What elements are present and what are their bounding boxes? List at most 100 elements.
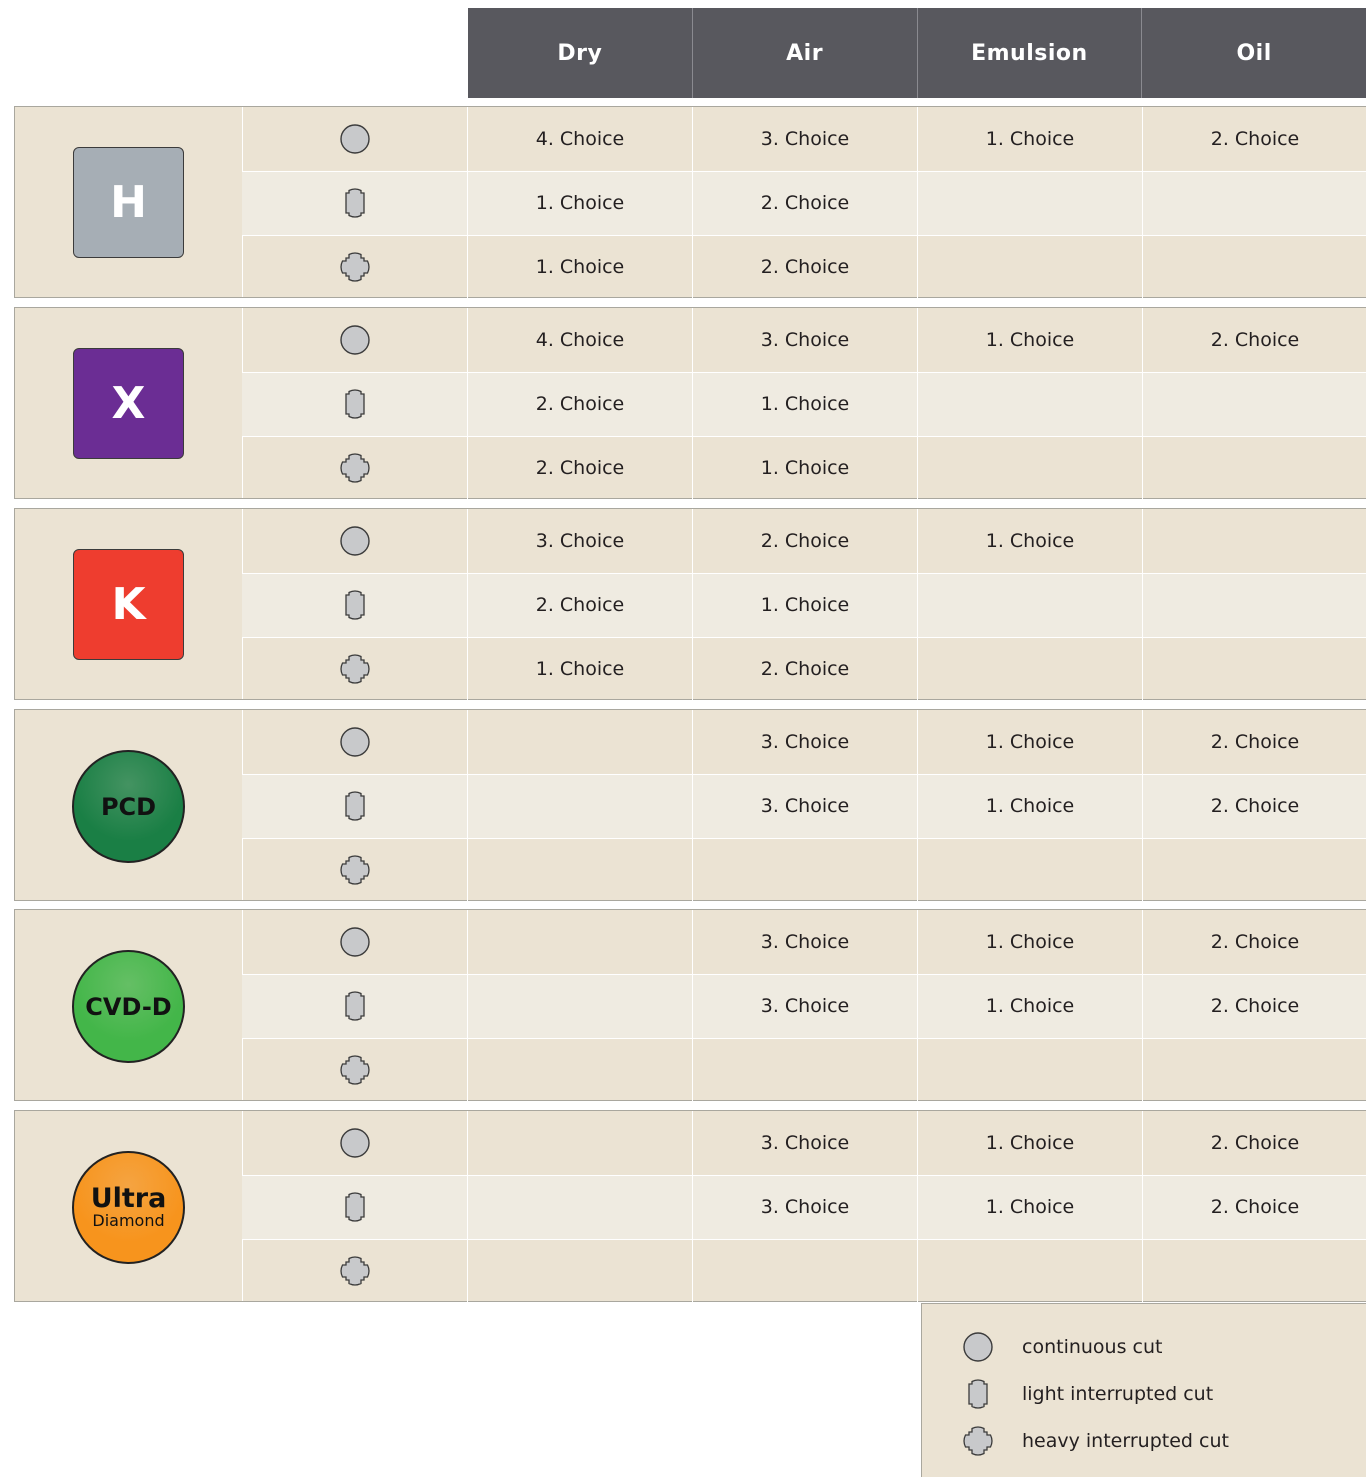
choice-cell-emulsion: 1. Choice	[918, 1175, 1143, 1239]
table-row-heavy: 1. Choice 2. Choice	[242, 235, 1366, 299]
legend-label-continuous: continuous cut	[1022, 1336, 1163, 1358]
legend-row-light: light interrupted cut	[962, 1379, 1213, 1409]
choice-cell-dry	[468, 774, 693, 838]
choice-cell-oil: 2. Choice	[1210, 1132, 1300, 1154]
grade-sublabel: Diamond	[92, 1211, 165, 1230]
table-row-light: 3. Choice 1. Choice 2. Choice	[242, 774, 1366, 838]
light-interrupted-cut-icon	[242, 774, 468, 838]
choice-cell-emulsion: 1. Choice	[918, 509, 1143, 573]
grade-group-x: X 4. Choice 3. Choice 1. Choice 2. Choice 2. …	[14, 307, 1366, 500]
choice-cell-air: 3. Choice	[693, 910, 918, 974]
choice-cell-dry	[468, 1111, 693, 1175]
grade-group-h: H 4. Choice 3. Choice 1. Choice 2. Choice 1. …	[14, 106, 1366, 299]
row-divider	[242, 171, 1366, 172]
choice-cell-emulsion: 1. Choice	[918, 107, 1143, 171]
choice-cell-dry: 2. Choice	[468, 372, 693, 436]
choice-cell-air	[693, 1038, 918, 1102]
choice-cell-air: 2. Choice	[693, 509, 918, 573]
heavy-interrupted-cut-icon	[242, 235, 468, 299]
choice-cell-dry	[468, 910, 693, 974]
row-divider	[242, 372, 1366, 373]
continuous-cut-icon	[242, 1111, 468, 1175]
choice-cell-dry: 2. Choice	[468, 573, 693, 637]
grade-cell: PCD	[15, 710, 243, 900]
table-row-light: 3. Choice 1. Choice 2. Choice	[242, 974, 1366, 1038]
row-divider	[242, 573, 1366, 574]
choice-cell-emulsion	[918, 372, 1143, 436]
continuous-cut-icon	[242, 910, 468, 974]
choice-cell-air: 1. Choice	[693, 573, 918, 637]
choice-cell-air: 3. Choice	[693, 710, 918, 774]
grade-badge: K	[73, 549, 184, 660]
choice-cell-air: 3. Choice	[693, 308, 918, 372]
grade-label: K	[111, 579, 146, 630]
choice-cell-oil	[1143, 637, 1366, 701]
choice-cell-oil	[1143, 509, 1366, 573]
choice-cell-dry: 4. Choice	[468, 107, 693, 171]
choice-cell-dry	[468, 1239, 693, 1303]
choice-cell-dry	[468, 1175, 693, 1239]
table-row-light: 2. Choice 1. Choice	[242, 372, 1366, 436]
column-header-bar: Dry Air Emulsion Oil	[468, 8, 1366, 98]
heavy-interrupted-cut-icon	[242, 1038, 468, 1102]
header-air: Air	[691, 8, 917, 98]
light-interrupted-cut-icon	[242, 974, 468, 1038]
choice-cell-oil: 2. Choice	[1210, 1196, 1300, 1218]
choice-cell-air: 2. Choice	[693, 235, 918, 299]
row-divider	[242, 1038, 1366, 1039]
continuous-cut-icon	[962, 1331, 994, 1363]
choice-cell-emulsion	[918, 436, 1143, 500]
heavy-interrupted-cut-icon	[242, 637, 468, 701]
continuous-cut-icon	[242, 107, 468, 171]
choice-cell-oil	[1143, 372, 1366, 436]
header-dry: Dry	[557, 40, 603, 66]
continuous-cut-icon	[242, 710, 468, 774]
choice-cell-emulsion: 1. Choice	[918, 1111, 1143, 1175]
row-divider	[242, 637, 1366, 638]
row-divider	[242, 235, 1366, 236]
continuous-cut-icon	[242, 308, 468, 372]
grade-cell: K	[15, 509, 243, 699]
legend-label-light: light interrupted cut	[1022, 1383, 1214, 1405]
table-row-heavy	[242, 1239, 1366, 1303]
legend-row-continuous: continuous cut	[962, 1332, 1162, 1362]
choice-cell-emulsion: 1. Choice	[918, 308, 1143, 372]
choice-cell-air: 3. Choice	[693, 1175, 918, 1239]
light-interrupted-cut-icon	[242, 573, 468, 637]
grade-cell: H	[15, 107, 243, 297]
choice-cell-dry: 2. Choice	[468, 436, 693, 500]
light-interrupted-cut-icon	[242, 1175, 468, 1239]
choice-cell-air: 3. Choice	[693, 774, 918, 838]
choice-cell-dry: 1. Choice	[468, 637, 693, 701]
choice-cell-oil	[1143, 436, 1366, 500]
heavy-interrupted-cut-icon	[242, 838, 468, 902]
choice-cell-oil	[1143, 235, 1366, 299]
choice-cell-dry: 1. Choice	[468, 171, 693, 235]
grade-badge: Ultra Diamond	[72, 1151, 185, 1264]
choice-cell-air: 2. Choice	[693, 171, 918, 235]
table-row-heavy	[242, 1038, 1366, 1102]
choice-cell-oil	[1143, 573, 1366, 637]
choice-cell-emulsion	[918, 838, 1143, 902]
choice-cell-dry: 3. Choice	[468, 509, 693, 573]
heavy-interrupted-cut-icon	[242, 1239, 468, 1303]
table-row-continuous: 3. Choice 1. Choice 2. Choice	[242, 1111, 1366, 1175]
choice-cell-air: 1. Choice	[693, 436, 918, 500]
grade-label: X	[111, 378, 146, 429]
row-divider	[242, 838, 1366, 839]
choice-cell-air: 3. Choice	[693, 1111, 918, 1175]
grade-label: PCD	[100, 792, 157, 821]
choice-cell-oil	[1143, 171, 1366, 235]
choice-cell-dry: 1. Choice	[468, 235, 693, 299]
choice-cell-emulsion: 1. Choice	[918, 710, 1143, 774]
choice-cell-oil: 2. Choice	[1210, 931, 1300, 953]
row-divider	[242, 436, 1366, 437]
grade-cell: X	[15, 308, 243, 498]
choice-cell-dry	[468, 710, 693, 774]
grade-cell: CVD-D	[15, 910, 243, 1100]
choice-cell-emulsion	[918, 171, 1143, 235]
row-divider	[242, 974, 1366, 975]
choice-cell-oil	[1143, 838, 1366, 902]
choice-cell-emulsion	[918, 573, 1143, 637]
grade-badge: X	[73, 348, 184, 459]
